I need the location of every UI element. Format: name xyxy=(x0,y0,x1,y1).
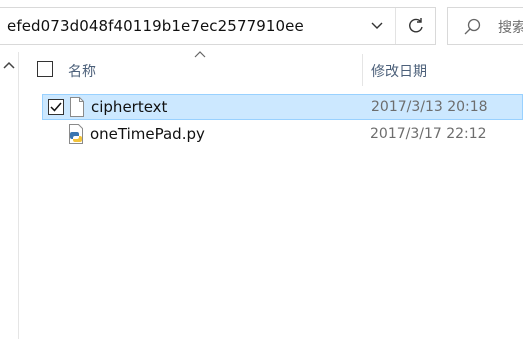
row-checkbox[interactable] xyxy=(48,99,64,115)
column-date-header[interactable]: 修改日期 xyxy=(371,61,427,81)
navigation-pane[interactable] xyxy=(0,52,19,339)
file-row-onetimepad[interactable]: oneTimePad.py 2017/3/17 22:12 xyxy=(42,122,523,148)
address-bar[interactable]: efed073d048f40119b1e7ec2577910ee xyxy=(0,7,436,45)
column-divider[interactable] xyxy=(362,54,363,86)
chevron-down-icon xyxy=(371,22,383,29)
file-date: 2017/3/13 20:18 xyxy=(371,99,488,115)
file-row-ciphertext[interactable]: ciphertext 2017/3/13 20:18 xyxy=(42,94,523,120)
file-name[interactable]: ciphertext xyxy=(91,98,167,116)
search-icon xyxy=(464,18,481,35)
search-box[interactable]: 搜索 xyxy=(447,7,523,45)
chevron-up-icon[interactable] xyxy=(2,58,16,72)
address-history-button[interactable] xyxy=(359,8,395,44)
sort-ascending-icon xyxy=(194,51,206,58)
toolbar: efed073d048f40119b1e7ec2577910ee 搜索 xyxy=(0,0,523,52)
document-icon xyxy=(70,97,84,117)
select-all-checkbox[interactable] xyxy=(37,61,53,77)
file-date: 2017/3/17 22:12 xyxy=(370,126,487,142)
address-path[interactable]: efed073d048f40119b1e7ec2577910ee xyxy=(7,17,304,35)
refresh-button[interactable] xyxy=(395,8,435,44)
column-name-header[interactable]: 名称 xyxy=(68,61,96,81)
search-input[interactable]: 搜索 xyxy=(498,17,523,37)
file-name[interactable]: oneTimePad.py xyxy=(90,125,205,143)
column-header: 名称 修改日期 xyxy=(20,51,523,88)
checkmark-icon xyxy=(50,102,62,112)
refresh-icon xyxy=(408,18,423,33)
python-file-icon xyxy=(69,124,83,144)
